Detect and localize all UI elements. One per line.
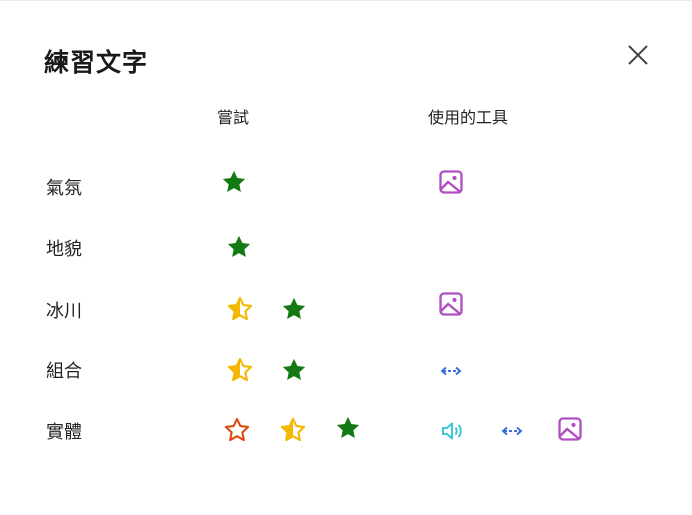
star-half-icon	[226, 295, 254, 323]
star-full-icon	[280, 295, 308, 323]
star-empty-icon	[223, 416, 251, 444]
dialog-title: 練習文字	[44, 48, 149, 77]
speaker-icon	[438, 417, 466, 445]
tools-column-header: 使用的工具	[428, 108, 509, 127]
close-button[interactable]	[624, 41, 652, 69]
close-icon	[628, 45, 648, 65]
star-full-icon	[334, 414, 362, 442]
row-label-shiti: 實體	[46, 422, 82, 443]
row-label-bingchuan: 冰川	[46, 301, 82, 322]
row-label-zuhe: 組合	[46, 361, 82, 382]
star-half-icon	[226, 356, 254, 384]
picture-icon	[437, 290, 465, 318]
star-half-icon	[279, 416, 307, 444]
star-full-icon	[225, 233, 253, 261]
arrows-horizontal-icon	[498, 417, 526, 445]
attempts-column-header: 嘗試	[217, 108, 250, 127]
row-label-dimao: 地貌	[46, 239, 82, 260]
picture-icon	[556, 415, 584, 443]
star-full-icon	[280, 356, 308, 384]
star-full-icon	[220, 168, 248, 196]
arrows-horizontal-icon	[437, 357, 465, 385]
picture-icon	[437, 168, 465, 196]
row-label-qifen: 氣氛	[46, 178, 82, 199]
practice-results-dialog: 練習文字 嘗試 使用的工具 氣氛 地貌 冰川 組合 實體	[0, 0, 692, 515]
